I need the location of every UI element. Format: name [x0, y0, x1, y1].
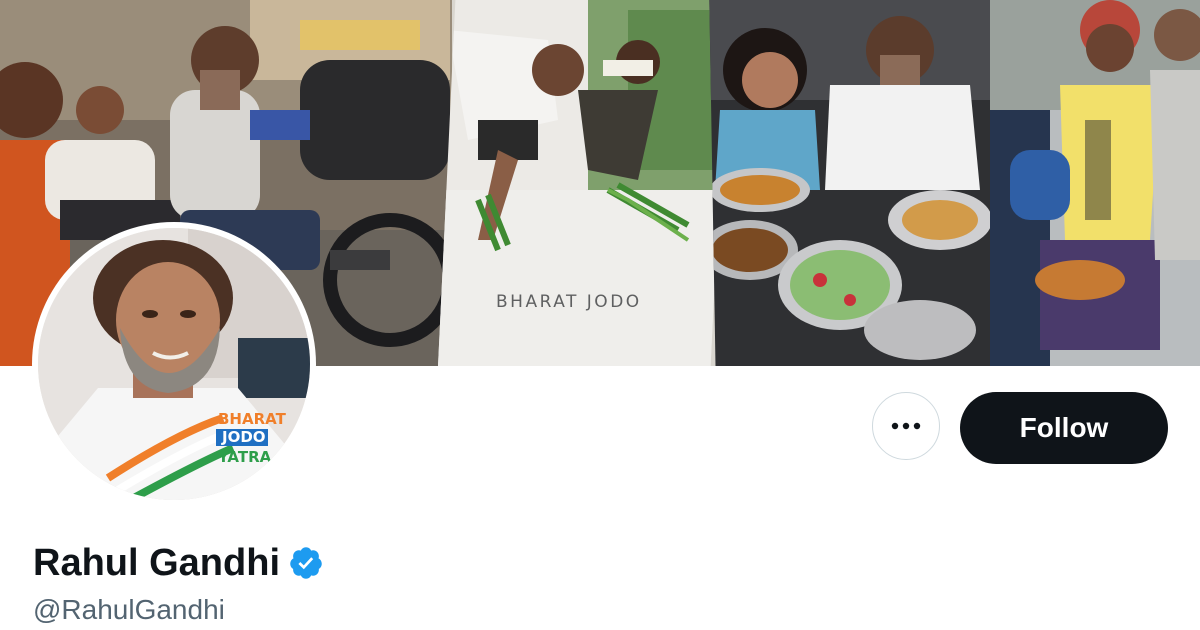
banner-caption: BHARAT JODO — [496, 292, 642, 312]
more-options-button[interactable] — [872, 392, 940, 460]
banner-photo-meal — [709, 0, 1010, 366]
svg-text:YATRA: YATRA — [217, 448, 272, 466]
svg-text:BHARAT: BHARAT — [218, 410, 287, 428]
profile-handle: @RahulGandhi — [33, 594, 225, 625]
profile-avatar[interactable]: BHARAT JODO YATRA — [32, 222, 316, 506]
follow-button[interactable]: Follow — [960, 392, 1168, 464]
svg-text:JODO: JODO — [221, 428, 266, 446]
profile-name-row: Rahul Gandhi — [33, 540, 324, 586]
more-horizontal-icon — [891, 422, 921, 430]
banner-photo-scooter — [990, 0, 1200, 366]
verified-badge-icon[interactable] — [288, 545, 324, 581]
display-name: Rahul Gandhi — [33, 542, 280, 584]
avatar-photo: BHARAT JODO YATRA — [38, 228, 310, 500]
